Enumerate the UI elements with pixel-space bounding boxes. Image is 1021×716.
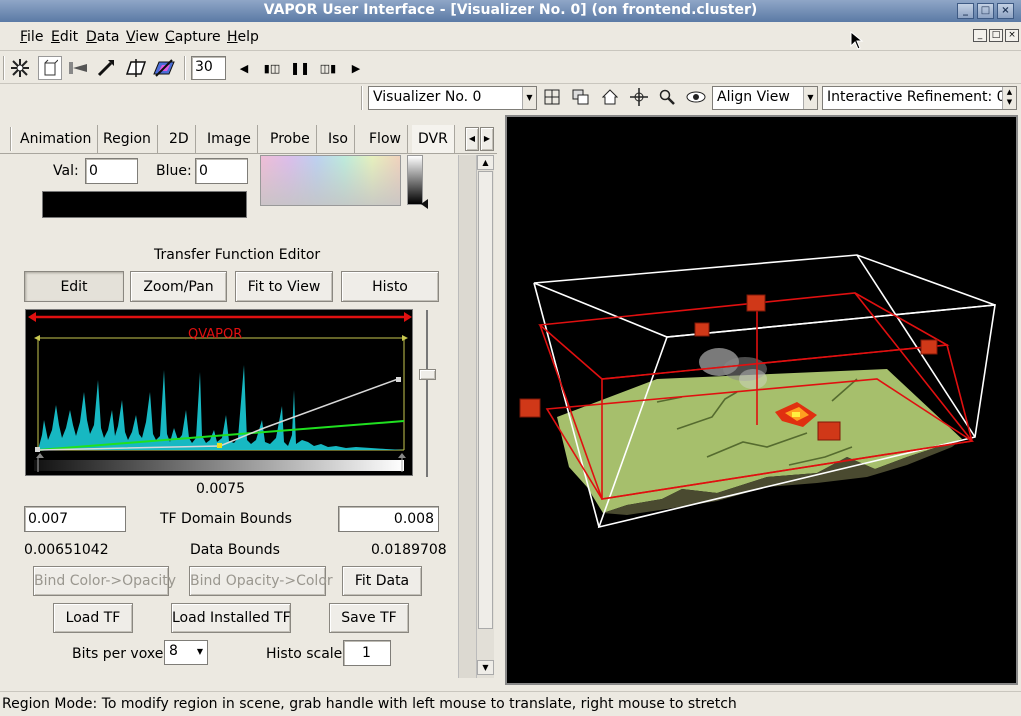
save-tf-button[interactable]: Save TF — [329, 603, 409, 633]
zoom-icon[interactable] — [655, 85, 679, 109]
tab-probe[interactable]: Probe — [264, 125, 317, 153]
val-input[interactable]: 0 — [85, 158, 138, 184]
menu-bar: File Edit Data View Capture Help _ □ × — [0, 23, 1021, 51]
menu-capture[interactable]: Capture — [165, 29, 221, 45]
hue-saturation-picker[interactable] — [260, 155, 401, 206]
menu-help[interactable]: Help — [227, 29, 259, 45]
tf-domain-max-input[interactable]: 0.008 — [338, 506, 439, 532]
play-icon[interactable]: ▶ — [344, 56, 368, 80]
histo-button[interactable]: Histo — [341, 271, 439, 302]
menu-view[interactable]: View — [126, 29, 159, 45]
eye-icon[interactable] — [684, 85, 708, 109]
bits-per-voxel-label: Bits per voxel — [72, 646, 168, 662]
menu-data[interactable]: Data — [86, 29, 119, 45]
tab-dvr[interactable]: DVR — [412, 125, 455, 153]
mouse-cursor-icon — [850, 31, 864, 50]
data-bounds-min: 0.00651042 — [24, 542, 109, 558]
frame-forward-icon[interactable]: ◫▮ — [316, 56, 340, 80]
navigate-icon[interactable] — [8, 56, 32, 80]
opacity-scale-slider[interactable] — [419, 369, 436, 380]
tf-editor-title: Transfer Function Editor — [154, 247, 321, 263]
value-slider-pointer-icon[interactable] — [421, 199, 429, 209]
tf-domain-bounds-label: TF Domain Bounds — [160, 511, 292, 527]
center-view-icon[interactable] — [627, 85, 651, 109]
val-label: Val: — [53, 163, 79, 179]
data-bounds-label: Data Bounds — [190, 542, 280, 558]
step-back-icon[interactable]: ◀ — [232, 56, 256, 80]
probe-icon[interactable] — [66, 56, 90, 80]
frame-skip-icon[interactable]: ▮◫ — [260, 56, 284, 80]
scroll-down-arrow-icon[interactable]: ▼ — [477, 660, 494, 675]
visualizer-select[interactable]: Visualizer No. 0 ▼ — [368, 86, 537, 110]
panel-scrollbar[interactable]: ▲ ▼ — [476, 155, 494, 678]
scroll-thumb[interactable] — [478, 171, 493, 629]
mdi-minimize-button[interactable]: _ — [973, 29, 987, 42]
zoom-pan-button[interactable]: Zoom/Pan — [130, 271, 227, 302]
home-icon[interactable] — [598, 85, 622, 109]
mdi-restore-button[interactable]: □ — [989, 29, 1003, 42]
interactive-refinement-spinbox[interactable]: Interactive Refinement: 0 ▲ ▼ — [822, 86, 1017, 110]
maximize-button[interactable]: □ — [977, 3, 994, 19]
tab-image[interactable]: Image — [201, 125, 258, 153]
pause-icon[interactable]: ❚❚ — [288, 56, 312, 80]
dvr-panel: Val: 0 Blue: 0 Transfer Function Editor … — [0, 155, 497, 678]
status-text: Region Mode: To modify region in scene, … — [2, 696, 737, 712]
image-plane-icon[interactable] — [152, 56, 176, 80]
minimize-button[interactable]: _ — [957, 3, 974, 19]
align-view-select[interactable]: Align View ▼ — [712, 86, 818, 110]
window-titlebar: VAPOR User Interface - [Visualizer No. 0… — [0, 0, 1021, 22]
value-slider[interactable] — [407, 155, 423, 205]
tab-animation[interactable]: Animation — [14, 125, 99, 153]
fit-data-button[interactable]: Fit Data — [342, 566, 422, 596]
load-installed-tf-button[interactable]: Load Installed TF — [171, 603, 291, 633]
data-bounds-max: 0.0189708 — [371, 542, 447, 558]
opacity-scale-track — [426, 310, 428, 477]
tab-region[interactable]: Region — [97, 125, 158, 153]
rake-icon[interactable] — [94, 56, 118, 80]
main-toolbar: 30 ◀ ▮◫ ❚❚ ◫▮ ▶ — [0, 52, 1021, 84]
tab-iso[interactable]: Iso — [322, 125, 355, 153]
tab-scroll-right-button[interactable]: ▶ — [480, 127, 494, 151]
tile-view-icon[interactable] — [540, 85, 564, 109]
close-button[interactable]: × — [997, 3, 1014, 19]
window-title: VAPOR User Interface - [Visualizer No. 0… — [263, 2, 758, 18]
view-toolbar: Visualizer No. 0 ▼ Align View ▼ Interactiv… — [0, 84, 1021, 113]
bind-color-opacity-button[interactable]: Bind Color->Opacity — [33, 566, 176, 596]
3d-scene[interactable] — [507, 117, 1016, 683]
menu-file[interactable]: File — [20, 29, 43, 45]
tab-2d[interactable]: 2D — [163, 125, 196, 153]
frame-step-input[interactable]: 30 — [191, 56, 226, 80]
histo-scale-label: Histo scale — [266, 646, 343, 662]
blue-label: Blue: — [156, 163, 192, 179]
bind-opacity-color-button[interactable]: Bind Opacity->Color — [189, 566, 333, 596]
fit-to-view-button[interactable]: Fit to View — [235, 271, 333, 302]
tab-scroll-left-button[interactable]: ◀ — [465, 127, 479, 151]
mdi-close-button[interactable]: × — [1005, 29, 1019, 42]
histo-scale-input[interactable]: 1 — [343, 640, 391, 666]
blue-input[interactable]: 0 — [195, 158, 248, 184]
tab-flow[interactable]: Flow — [363, 125, 408, 153]
bits-per-voxel-select[interactable]: 8 ▼ — [164, 640, 208, 665]
cursor-value-label: 0.0075 — [196, 481, 245, 497]
inner-panel-scrollbar[interactable] — [458, 155, 476, 678]
visualizer-viewport[interactable] — [505, 115, 1018, 685]
status-bar: Region Mode: To modify region in scene, … — [0, 691, 1021, 714]
scroll-up-arrow-icon[interactable]: ▲ — [477, 155, 494, 170]
load-tf-button[interactable]: Load TF — [53, 603, 133, 633]
cascade-icon[interactable] — [569, 85, 593, 109]
tf-variable-name: QVAPOR — [188, 327, 243, 342]
edit-mode-button[interactable]: Edit — [24, 271, 124, 302]
tab-bar: Animation Region 2D Image Probe Iso Flow… — [0, 123, 497, 154]
menu-edit[interactable]: Edit — [51, 29, 78, 45]
color-preview-swatch — [42, 191, 247, 218]
region-icon[interactable] — [38, 56, 62, 80]
2d-plane-icon[interactable] — [124, 56, 148, 80]
tf-domain-min-input[interactable]: 0.007 — [24, 506, 126, 532]
